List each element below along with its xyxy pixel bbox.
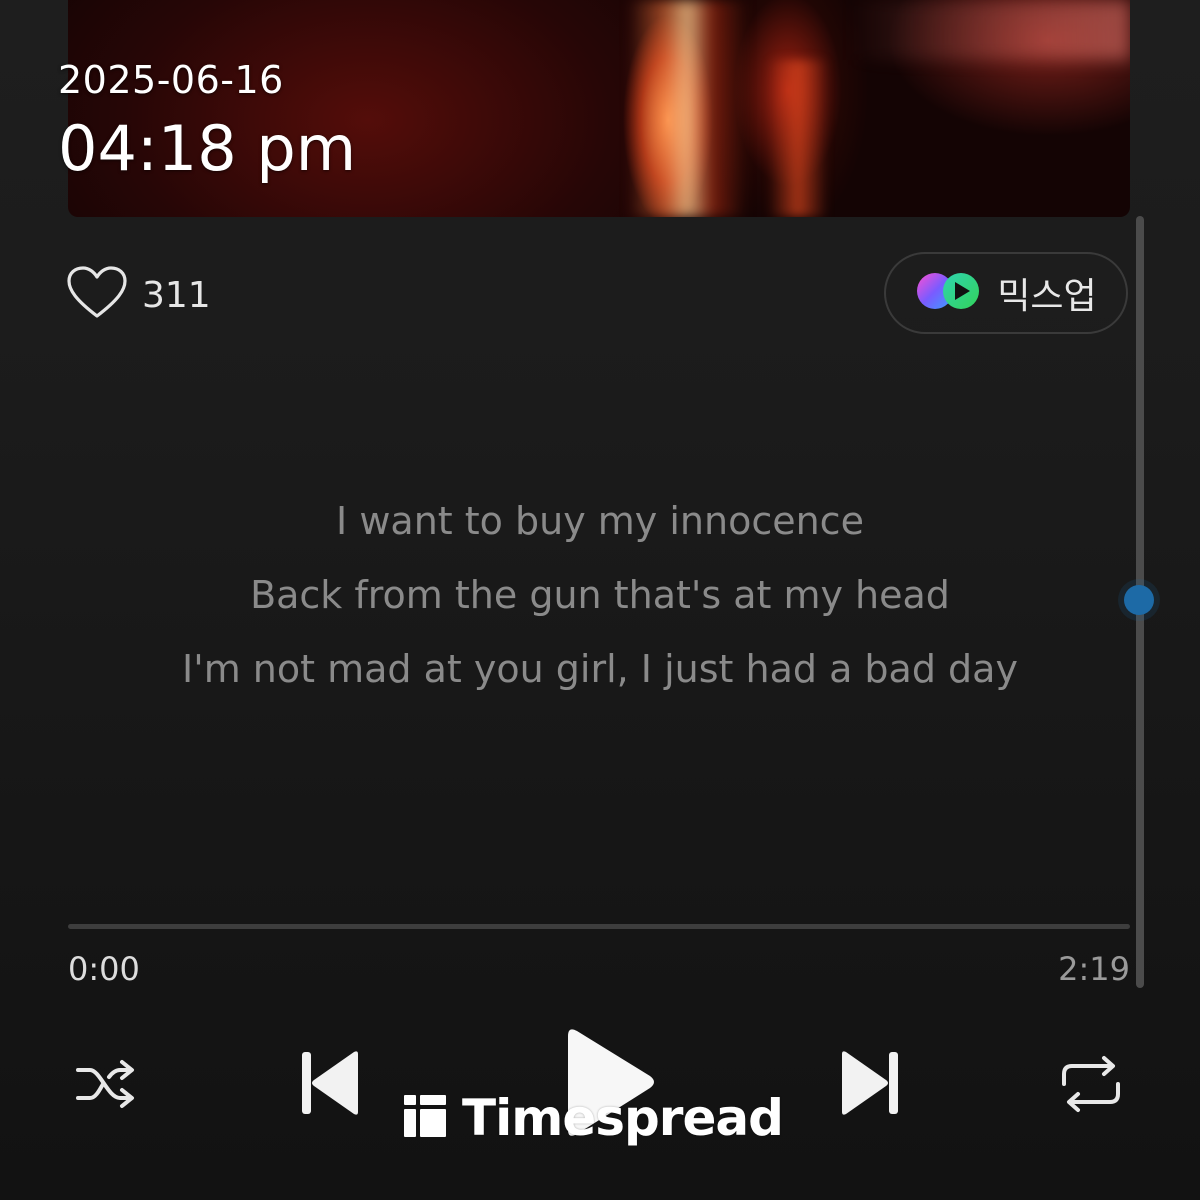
next-button[interactable] — [838, 1048, 902, 1118]
skip-previous-icon — [298, 1051, 362, 1122]
like-count: 311 — [142, 274, 211, 316]
lyrics-panel[interactable]: I want to buy my innocence Back from the… — [0, 492, 1200, 714]
timestamp-time: 04:18 pm — [58, 112, 357, 185]
repeat-button[interactable] — [1058, 1054, 1124, 1114]
elapsed-time: 0:00 — [68, 950, 140, 988]
repeat-icon — [1058, 1056, 1124, 1118]
music-player-screen: 2025-06-16 04:18 pm 311 믹스업 I want to bu… — [0, 0, 1200, 1200]
heart-outline-icon — [66, 266, 128, 324]
mixup-logo-icon — [915, 271, 983, 315]
lyric-line[interactable]: Back from the gun that's at my head — [0, 566, 1200, 640]
mixup-label: 믹스업 — [997, 276, 1097, 317]
shuffle-button[interactable] — [74, 1056, 138, 1112]
lyrics-scroll-thumb[interactable] — [1124, 585, 1154, 615]
shuffle-icon — [74, 1060, 138, 1116]
timestamp-date: 2025-06-16 — [58, 58, 284, 102]
lyric-line[interactable]: I'm not mad at you girl, I just had a ba… — [0, 640, 1200, 714]
watermark: Timespread — [402, 1088, 784, 1148]
playback-progress-bar[interactable] — [68, 924, 1130, 929]
album-art-glow — [848, 0, 1130, 60]
skip-next-icon — [838, 1051, 902, 1122]
album-art-light-streak — [628, 0, 748, 217]
watermark-text: Timespread — [462, 1089, 784, 1147]
total-time: 2:19 — [1058, 950, 1130, 988]
watermark-logo-icon — [402, 1093, 448, 1143]
lyric-line[interactable]: I want to buy my innocence — [0, 492, 1200, 566]
album-art-light-streak-2 — [768, 60, 828, 217]
previous-button[interactable] — [298, 1048, 362, 1118]
mixup-button[interactable]: 믹스업 — [884, 252, 1128, 334]
like-button[interactable]: 311 — [66, 266, 211, 324]
